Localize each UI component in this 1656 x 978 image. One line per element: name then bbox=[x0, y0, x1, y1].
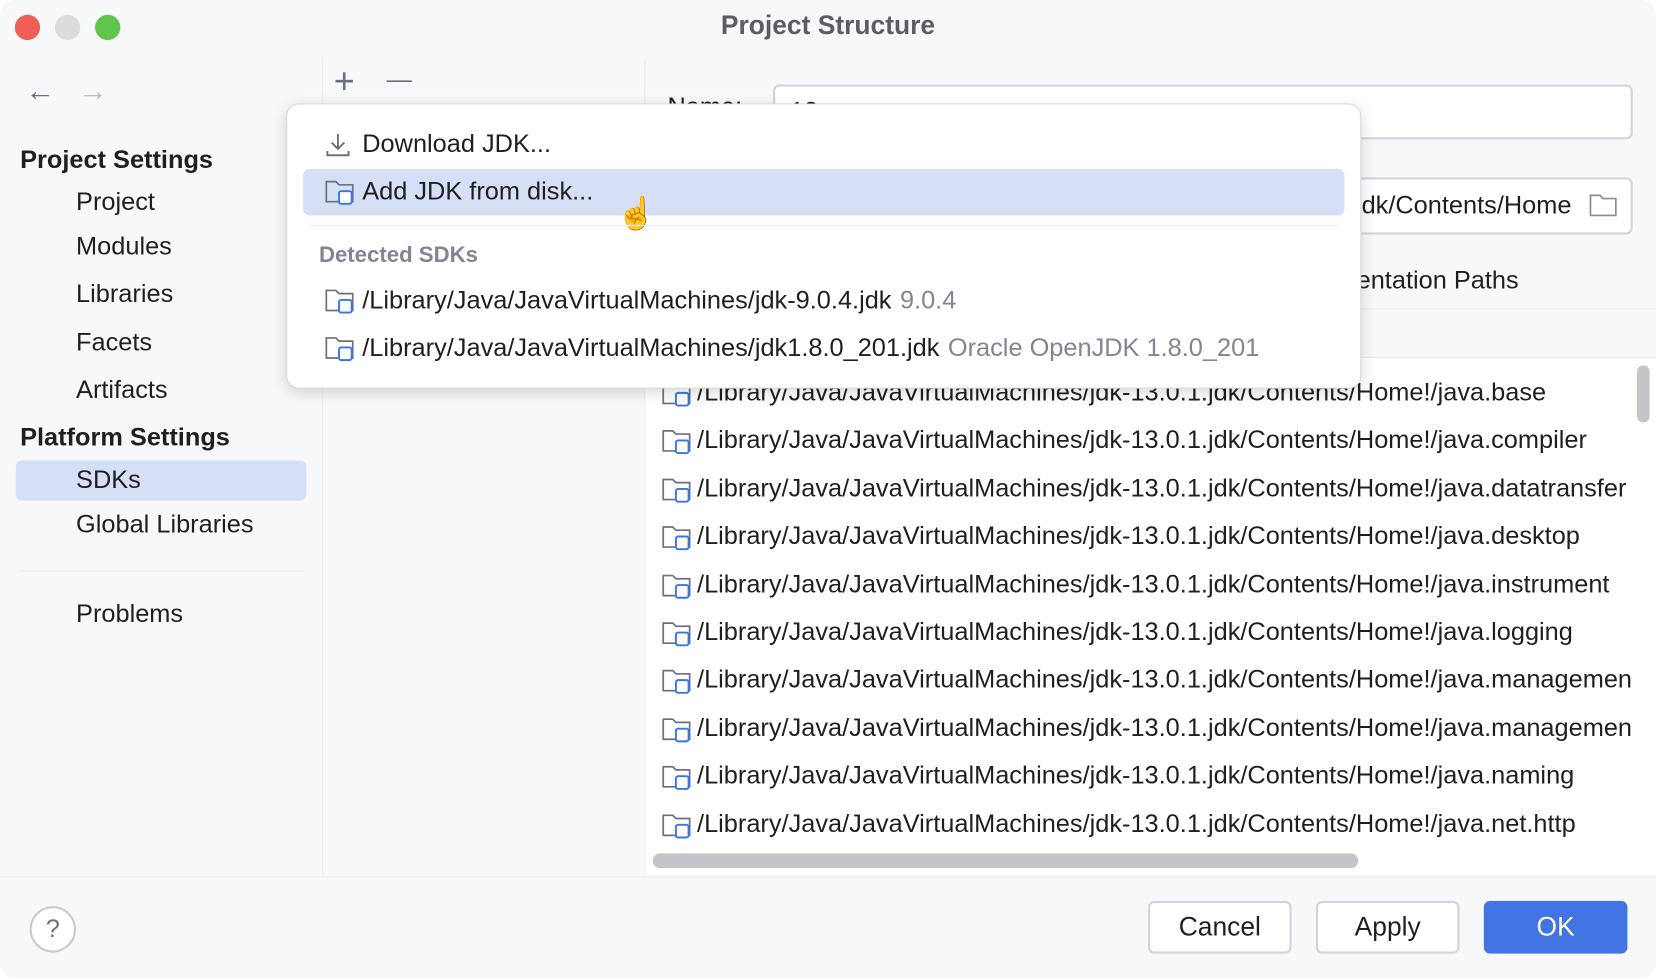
back-arrow-icon[interactable]: ← bbox=[25, 74, 55, 108]
jdk-folder-icon bbox=[324, 177, 356, 207]
folder-icon bbox=[661, 715, 691, 742]
path-text: /Library/Java/JavaVirtualMachines/jdk-13… bbox=[697, 618, 1573, 648]
sidebar-item-global-libraries[interactable]: Global Libraries bbox=[76, 510, 254, 540]
horizontal-scrollbar[interactable] bbox=[653, 853, 1358, 868]
folder-icon bbox=[661, 571, 691, 598]
path-text: /Library/Java/JavaVirtualMachines/jdk-13… bbox=[697, 570, 1609, 600]
add-sdk-popup: Download JDK... Add JDK from disk... ☝ D… bbox=[286, 103, 1361, 388]
sidebar-item-artifacts[interactable]: Artifacts bbox=[76, 376, 168, 406]
footer-divider bbox=[0, 877, 1656, 878]
project-structure-window: Project Structure ← → Project Settings P… bbox=[0, 0, 1656, 978]
sidebar-item-sdks[interactable]: SDKs bbox=[76, 466, 141, 496]
forward-arrow-icon[interactable]: → bbox=[78, 74, 108, 108]
platform-settings-heading: Platform Settings bbox=[20, 423, 230, 453]
path-row[interactable]: /Library/Java/JavaVirtualMachines/jdk-13… bbox=[661, 755, 1630, 797]
sidebar-item-project[interactable]: Project bbox=[76, 188, 155, 218]
path-text: /Library/Java/JavaVirtualMachines/jdk-13… bbox=[697, 810, 1576, 840]
sidebar-selection bbox=[16, 460, 306, 500]
window-title: Project Structure bbox=[0, 11, 1656, 42]
sidebar-item-facets[interactable]: Facets bbox=[76, 328, 152, 358]
hand-cursor-icon: ☝ bbox=[617, 195, 656, 232]
menu-item-add-jdk-from-disk[interactable]: Add JDK from disk... bbox=[303, 169, 1344, 215]
sidebar-item-libraries[interactable]: Libraries bbox=[76, 280, 173, 310]
help-button[interactable]: ? bbox=[30, 906, 76, 952]
sdk-path: /Library/Java/JavaVirtualMachines/jdk1.8… bbox=[362, 334, 939, 364]
sdk-version: Oracle OpenJDK 1.8.0_201 bbox=[948, 334, 1259, 364]
sidebar-divider bbox=[18, 570, 303, 571]
path-row[interactable]: /Library/Java/JavaVirtualMachines/jdk-13… bbox=[661, 611, 1630, 653]
apply-button[interactable]: Apply bbox=[1316, 901, 1460, 954]
folder-icon bbox=[661, 667, 691, 694]
path-row[interactable]: /Library/Java/JavaVirtualMachines/jdk-13… bbox=[661, 564, 1630, 606]
path-row[interactable]: /Library/Java/JavaVirtualMachines/jdk-13… bbox=[661, 803, 1630, 845]
menu-item-label: Add JDK from disk... bbox=[362, 177, 593, 207]
sdk-path: /Library/Java/JavaVirtualMachines/jdk-9.… bbox=[362, 286, 891, 316]
browse-folder-icon[interactable] bbox=[1588, 192, 1618, 217]
add-sdk-button[interactable]: + bbox=[334, 61, 355, 102]
ok-button[interactable]: OK bbox=[1484, 901, 1628, 954]
sdk-version: 9.0.4 bbox=[900, 286, 956, 316]
folder-icon bbox=[661, 811, 691, 838]
path-row[interactable]: /Library/Java/JavaVirtualMachines/jdk-13… bbox=[661, 707, 1630, 749]
path-row[interactable]: /Library/Java/JavaVirtualMachines/jdk-13… bbox=[661, 659, 1630, 701]
folder-icon bbox=[661, 619, 691, 646]
path-text: /Library/Java/JavaVirtualMachines/jdk-13… bbox=[697, 426, 1587, 456]
path-text: /Library/Java/JavaVirtualMachines/jdk-13… bbox=[697, 522, 1580, 552]
path-text: /Library/Java/JavaVirtualMachines/jdk-13… bbox=[697, 666, 1631, 696]
cancel-button[interactable]: Cancel bbox=[1148, 901, 1292, 954]
folder-icon bbox=[661, 763, 691, 790]
sidebar-item-modules[interactable]: Modules bbox=[76, 232, 172, 262]
download-icon bbox=[324, 131, 351, 158]
folder-icon bbox=[661, 475, 691, 502]
folder-icon bbox=[661, 523, 691, 550]
folder-icon bbox=[661, 427, 691, 454]
menu-item-download-jdk[interactable]: Download JDK... bbox=[303, 121, 1344, 167]
path-row[interactable]: /Library/Java/JavaVirtualMachines/jdk-13… bbox=[661, 420, 1630, 462]
detected-sdk-item[interactable]: /Library/Java/JavaVirtualMachines/jdk1.8… bbox=[303, 325, 1344, 371]
path-row[interactable]: /Library/Java/JavaVirtualMachines/jdk-13… bbox=[661, 468, 1630, 510]
sidebar-item-problems[interactable]: Problems bbox=[76, 600, 183, 630]
detected-sdk-item[interactable]: /Library/Java/JavaVirtualMachines/jdk-9.… bbox=[303, 278, 1344, 324]
detected-sdks-header: Detected SDKs bbox=[319, 243, 478, 268]
path-text: /Library/Java/JavaVirtualMachines/jdk-13… bbox=[697, 474, 1626, 504]
path-text: /Library/Java/JavaVirtualMachines/jdk-13… bbox=[697, 762, 1574, 792]
popup-divider bbox=[310, 225, 1337, 226]
remove-sdk-button[interactable]: — bbox=[387, 65, 412, 95]
path-text: /Library/Java/JavaVirtualMachines/jdk-13… bbox=[697, 714, 1631, 744]
vertical-scrollbar[interactable] bbox=[1637, 365, 1650, 422]
path-row[interactable]: /Library/Java/JavaVirtualMachines/jdk-13… bbox=[661, 516, 1630, 558]
jdk-folder-icon bbox=[324, 286, 356, 316]
project-settings-heading: Project Settings bbox=[20, 146, 213, 176]
menu-item-label: Download JDK... bbox=[362, 130, 551, 160]
jdk-folder-icon bbox=[324, 334, 356, 364]
